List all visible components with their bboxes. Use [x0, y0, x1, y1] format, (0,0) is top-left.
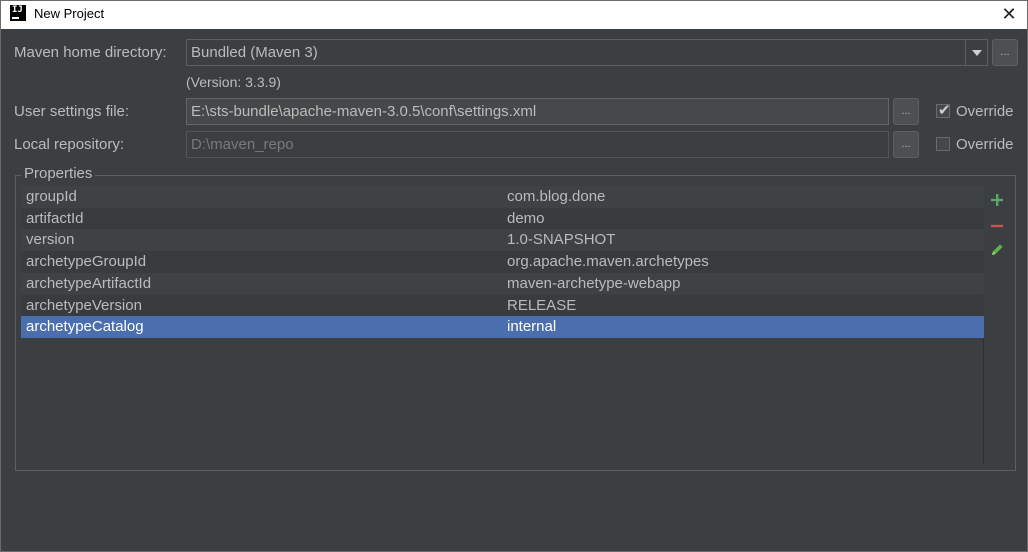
local-repository-browse-button[interactable]: ... — [893, 131, 919, 158]
maven-home-value: Bundled (Maven 3) — [191, 44, 318, 61]
property-key: archetypeCatalog — [26, 318, 144, 336]
maven-home-label: Maven home directory: — [14, 44, 167, 61]
property-key: archetypeArtifactId — [26, 274, 152, 292]
maven-version-note: (Version: 3.3.9) — [186, 74, 281, 90]
new-project-dialog: IJ New Project ✕ Maven home directory: B… — [0, 0, 1028, 552]
table-row-selected[interactable]: archetypeCatalog internal — [21, 316, 984, 338]
table-row[interactable]: version 1.0-SNAPSHOT — [21, 229, 984, 252]
user-settings-label: User settings file: — [14, 103, 130, 120]
title-bar: IJ New Project ✕ — [1, 1, 1027, 29]
add-icon[interactable] — [989, 192, 1005, 208]
user-settings-override-label[interactable]: Override — [956, 103, 1014, 120]
property-value: 1.0-SNAPSHOT — [507, 231, 616, 249]
property-value: org.apache.maven.archetypes — [507, 253, 709, 271]
properties-legend: Properties — [21, 165, 96, 182]
property-key: archetypeVersion — [26, 296, 142, 314]
window-title: New Project — [34, 6, 105, 21]
chevron-down-icon[interactable] — [965, 40, 987, 65]
local-repository-field[interactable]: D:\maven_repo — [186, 131, 889, 158]
checkmark-icon: ✔ — [938, 101, 951, 119]
table-row[interactable]: archetypeArtifactId maven-archetype-weba… — [21, 272, 984, 295]
table-row[interactable]: archetypeGroupId org.apache.maven.archet… — [21, 251, 984, 273]
property-key: version — [26, 231, 75, 249]
property-key: archetypeGroupId — [26, 253, 147, 271]
property-value: RELEASE — [507, 296, 577, 314]
user-settings-field[interactable]: E:\sts-bundle\apache-maven-3.0.5\conf\se… — [186, 98, 889, 125]
close-button[interactable]: ✕ — [999, 4, 1019, 24]
table-row[interactable]: artifactId demo — [21, 207, 984, 230]
property-key: groupId — [26, 188, 77, 205]
intellij-logo-icon: IJ — [10, 5, 26, 21]
table-row[interactable]: groupId com.blog.done — [21, 186, 984, 208]
property-value: com.blog.done — [507, 188, 606, 205]
local-repository-label: Local repository: — [14, 136, 125, 153]
property-key: artifactId — [26, 209, 84, 227]
property-value: demo — [507, 209, 545, 227]
maven-home-browse-button[interactable]: ... — [992, 39, 1018, 66]
remove-icon[interactable] — [989, 218, 1005, 234]
edit-icon[interactable] — [989, 242, 1005, 258]
table-row[interactable]: archetypeVersion RELEASE — [21, 294, 984, 317]
property-value: internal — [507, 318, 557, 336]
properties-table[interactable]: groupId com.blog.done artifactId demo ve… — [21, 186, 984, 464]
properties-toolbar — [985, 186, 1009, 464]
local-repository-override-label[interactable]: Override — [956, 136, 1014, 153]
user-settings-override-checkbox[interactable]: ✔ — [936, 101, 951, 119]
local-repository-override-checkbox[interactable] — [936, 137, 950, 151]
user-settings-browse-button[interactable]: ... — [893, 98, 919, 125]
property-value: maven-archetype-webapp — [507, 274, 681, 292]
maven-home-combobox[interactable]: Bundled (Maven 3) — [186, 39, 988, 66]
